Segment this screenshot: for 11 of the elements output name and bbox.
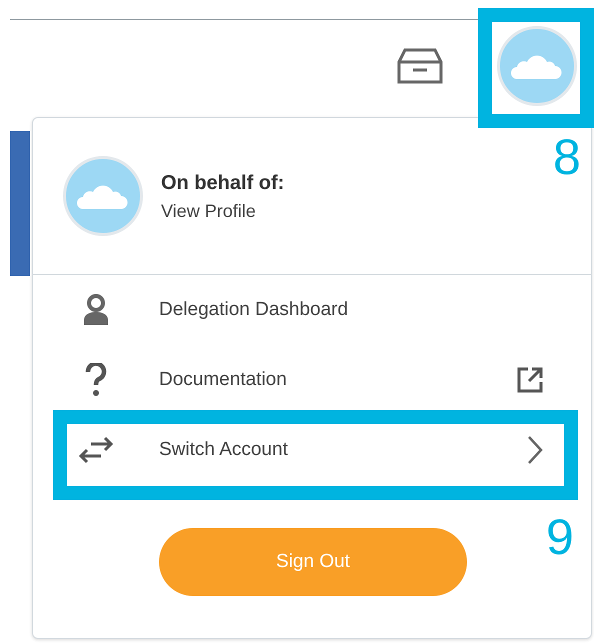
menu-item[interactable]: Delegation Dashboard (33, 275, 591, 345)
menu-title: On behalf of: (161, 170, 284, 196)
help-icon (85, 363, 107, 397)
callout-number: 9 (546, 512, 574, 562)
inbox-icon[interactable] (397, 47, 443, 85)
callout-number: 8 (553, 132, 581, 182)
menu-item[interactable]: Documentation (33, 345, 591, 415)
person-icon (82, 294, 110, 326)
view-profile-link[interactable]: View Profile (161, 198, 284, 224)
switch-arrows-icon (79, 436, 113, 464)
menu-item[interactable]: Switch Account (33, 415, 591, 485)
